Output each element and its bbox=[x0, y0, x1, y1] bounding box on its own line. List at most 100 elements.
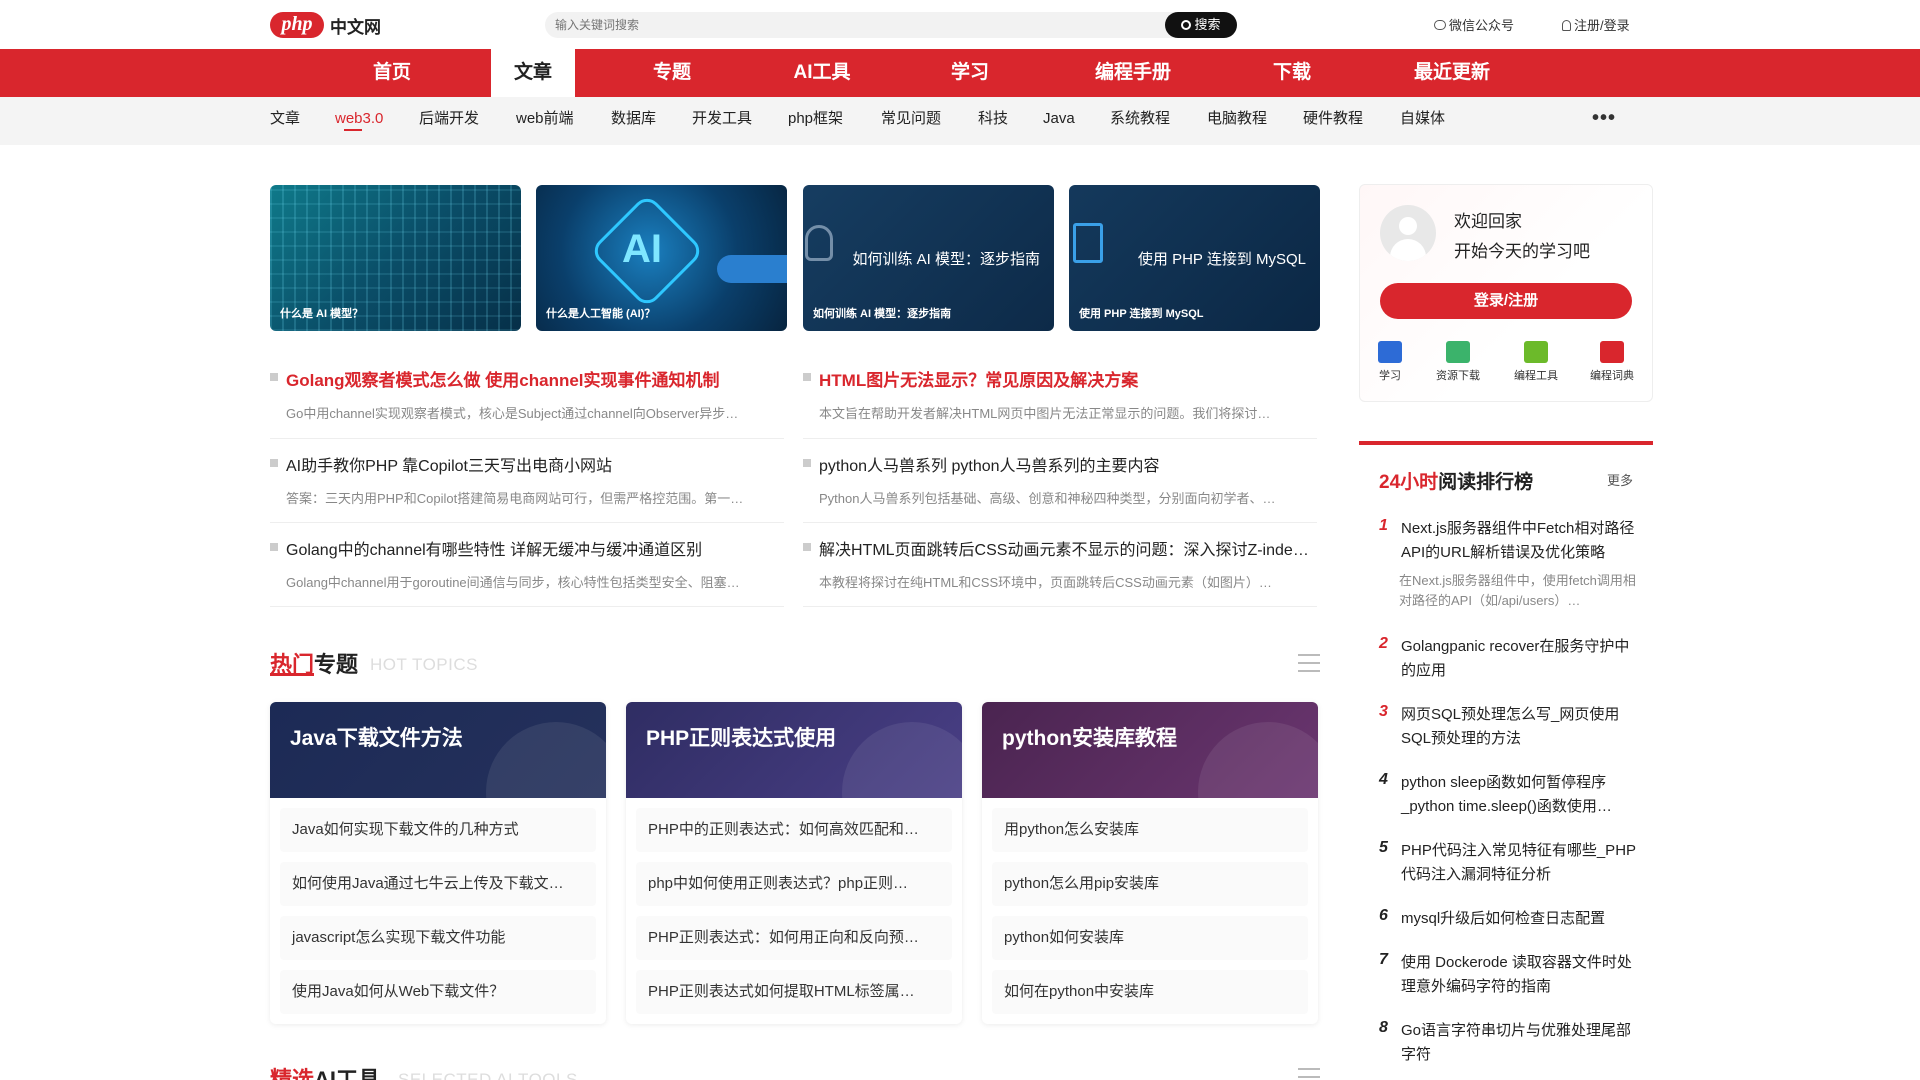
subnav-computer[interactable]: 电脑教程 bbox=[1207, 97, 1267, 145]
avatar[interactable] bbox=[1380, 205, 1436, 261]
banner-4[interactable]: 使用 PHP 连接到 MySQL 使用 PHP 连接到 MySQL bbox=[1069, 185, 1320, 331]
divider bbox=[803, 522, 1317, 523]
ai-tools-menu-icon[interactable] bbox=[1298, 1068, 1320, 1080]
topic-link[interactable]: 如何在python中安装库 bbox=[992, 970, 1308, 1014]
nav-ai-tools[interactable]: AI工具 bbox=[770, 49, 874, 97]
quick-link-learn[interactable]: 学习 bbox=[1360, 341, 1420, 383]
article-title[interactable]: HTML图片无法显示？常见原因及解决方案 bbox=[803, 366, 1311, 391]
hot-topics-menu-icon[interactable] bbox=[1298, 654, 1320, 672]
login-label: 注册/登录 bbox=[1574, 18, 1630, 33]
topic-card[interactable]: PHP正则表达式使用 PHP中的正则表达式：如何高效匹配和… php中如何使用正… bbox=[626, 702, 962, 1024]
ranking-item[interactable]: 2 Golangpanic recover在服务守护中的应用 bbox=[1379, 635, 1637, 683]
rank-title[interactable]: Next.js服务器组件中Fetch相对路径API的URL解析错误及优化策略 bbox=[1401, 517, 1637, 565]
ranking-item[interactable]: 7 使用 Dockerode 读取容器文件时处理意外编码字符的指南 bbox=[1379, 951, 1637, 999]
topic-card-header[interactable]: python安装库教程 bbox=[982, 702, 1318, 798]
ranking-item[interactable]: 6 mysql升级后如何检查日志配置 bbox=[1379, 907, 1637, 931]
article-item[interactable]: Golang中的channel有哪些特性 详解无缓冲与缓冲通道区别 Golang… bbox=[270, 536, 778, 591]
subnav-more-button[interactable]: ••• bbox=[1592, 107, 1616, 130]
topic-link[interactable]: python如何安装库 bbox=[992, 916, 1308, 960]
nav-learn[interactable]: 学习 bbox=[920, 49, 1020, 97]
article-title[interactable]: AI助手教你PHP 靠Copilot三天写出电商小网站 bbox=[270, 452, 778, 476]
rank-title[interactable]: 网页SQL预处理怎么写_网页使用SQL预处理的方法 bbox=[1401, 703, 1637, 751]
rank-title[interactable]: PHP代码注入常见特征有哪些_PHP代码注入漏洞特征分析 bbox=[1401, 839, 1637, 887]
quick-link-download[interactable]: 资源下载 bbox=[1428, 341, 1488, 383]
search-input[interactable] bbox=[545, 12, 1145, 38]
topic-link[interactable]: 使用Java如何从Web下载文件？ bbox=[280, 970, 596, 1014]
ranking-item[interactable]: 3 网页SQL预处理怎么写_网页使用SQL预处理的方法 bbox=[1379, 703, 1637, 751]
nav-manual[interactable]: 编程手册 bbox=[1070, 49, 1196, 97]
rank-title[interactable]: python sleep函数如何暂停程序_python time.sleep()… bbox=[1401, 771, 1637, 819]
topic-link[interactable]: php中如何使用正则表达式？php正则… bbox=[636, 862, 952, 906]
login-register-button[interactable]: 登录/注册 bbox=[1380, 283, 1632, 319]
quick-link-dictionary[interactable]: 编程词典 bbox=[1582, 341, 1642, 383]
topic-link[interactable]: 如何使用Java通过七牛云上传及下载文… bbox=[280, 862, 596, 906]
rank-title[interactable]: 使用 Dockerode 读取容器文件时处理意外编码字符的指南 bbox=[1401, 951, 1637, 999]
banner-caption: 使用 PHP 连接到 MySQL bbox=[1079, 308, 1204, 320]
article-item[interactable]: 解决HTML页面跳转后CSS动画元素不显示的问题：深入探讨Z-index… 本教… bbox=[803, 536, 1311, 591]
subnav-media[interactable]: 自媒体 bbox=[1400, 97, 1445, 145]
banner-1[interactable]: 什么是 AI 模型？ bbox=[270, 185, 521, 331]
banner-3[interactable]: 如何训练 AI 模型：逐步指南 如何训练 AI 模型：逐步指南 bbox=[803, 185, 1054, 331]
ranking-item[interactable]: 8 Go语言字符串切片与优雅处理尾部字符 bbox=[1379, 1019, 1637, 1067]
article-item[interactable]: python人马兽系列 python人马兽系列的主要内容 Python人马兽系列… bbox=[803, 452, 1311, 507]
rank-desc: 在Next.js服务器组件中，使用fetch调用相对路径的API（如/api/u… bbox=[1399, 573, 1636, 608]
subnav-frontend[interactable]: web前端 bbox=[516, 97, 574, 145]
ranking-item[interactable]: 1 Next.js服务器组件中Fetch相对路径API的URL解析错误及优化策略… bbox=[1379, 517, 1637, 611]
subnav-devtools[interactable]: 开发工具 bbox=[692, 97, 752, 145]
subnav-tech[interactable]: 科技 bbox=[978, 97, 1008, 145]
sub-nav: 文章 web3.0 后端开发 web前端 数据库 开发工具 php框架 常见问题… bbox=[0, 97, 1920, 145]
nav-download[interactable]: 下载 bbox=[1242, 49, 1342, 97]
topic-link[interactable]: Java如何实现下载文件的几种方式 bbox=[280, 808, 596, 852]
subnav-articles[interactable]: 文章 bbox=[270, 97, 300, 145]
quick-link-tools[interactable]: 编程工具 bbox=[1506, 341, 1566, 383]
article-item[interactable]: AI助手教你PHP 靠Copilot三天写出电商小网站 答案：三天内用PHP和C… bbox=[270, 452, 778, 507]
topic-link[interactable]: PHP正则表达式如何提取HTML标签属… bbox=[636, 970, 952, 1014]
rank-title[interactable]: mysql升级后如何检查日志配置 bbox=[1401, 907, 1637, 931]
subnav-php-framework[interactable]: php框架 bbox=[788, 97, 843, 145]
subnav-java[interactable]: Java bbox=[1043, 97, 1075, 145]
ranking-item[interactable]: 4 python sleep函数如何暂停程序_python time.sleep… bbox=[1379, 771, 1637, 819]
php-logo[interactable]: php bbox=[270, 12, 324, 38]
hot-topics-title-rest: 专题 bbox=[314, 652, 359, 677]
search-button[interactable]: 搜索 bbox=[1165, 12, 1237, 38]
subnav-hardware[interactable]: 硬件教程 bbox=[1303, 97, 1363, 145]
rank-number: 1 bbox=[1379, 517, 1388, 534]
subnav-database[interactable]: 数据库 bbox=[611, 97, 656, 145]
topic-link[interactable]: PHP正则表达式：如何用正向和反向预… bbox=[636, 916, 952, 960]
rank-title[interactable]: Go语言字符串切片与优雅处理尾部字符 bbox=[1401, 1019, 1637, 1067]
article-title[interactable]: python人马兽系列 python人马兽系列的主要内容 bbox=[803, 452, 1311, 476]
article-item[interactable]: Golang观察者模式怎么做 使用channel实现事件通知机制 Go中用cha… bbox=[270, 366, 778, 422]
site-name[interactable]: 中文网 bbox=[330, 13, 381, 38]
robot-hand-art bbox=[717, 255, 787, 283]
login-link[interactable]: 注册/登录 bbox=[1562, 15, 1630, 34]
nav-home[interactable]: 首页 bbox=[340, 49, 444, 97]
topic-card[interactable]: Java下载文件方法 Java如何实现下载文件的几种方式 如何使用Java通过七… bbox=[270, 702, 606, 1024]
wechat-link[interactable]: 微信公众号 bbox=[1434, 15, 1514, 34]
article-title[interactable]: Golang观察者模式怎么做 使用channel实现事件通知机制 bbox=[270, 366, 778, 391]
article-desc: Python人马兽系列包括基础、高级、创意和神秘四种类型，分别面向初学者、… bbox=[819, 491, 1276, 506]
topic-link[interactable]: PHP中的正则表达式：如何高效匹配和… bbox=[636, 808, 952, 852]
subnav-faq[interactable]: 常见问题 bbox=[881, 97, 941, 145]
rank-title[interactable]: Golangpanic recover在服务守护中的应用 bbox=[1401, 635, 1637, 683]
topic-card-header[interactable]: PHP正则表达式使用 bbox=[626, 702, 962, 798]
topic-card-title: python安装库教程 bbox=[1002, 727, 1177, 750]
article-item[interactable]: HTML图片无法显示？常见原因及解决方案 本文旨在帮助开发者解决HTML网页中图… bbox=[803, 366, 1311, 422]
subnav-web3[interactable]: web3.0 bbox=[335, 97, 383, 145]
nav-recent[interactable]: 最近更新 bbox=[1392, 49, 1512, 97]
subnav-backend[interactable]: 后端开发 bbox=[419, 97, 479, 145]
topic-card[interactable]: python安装库教程 用python怎么安装库 python怎么用pip安装库… bbox=[982, 702, 1318, 1024]
topic-link[interactable]: python怎么用pip安装库 bbox=[992, 862, 1308, 906]
nav-topics[interactable]: 专题 bbox=[622, 49, 722, 97]
ranking-item[interactable]: 5 PHP代码注入常见特征有哪些_PHP代码注入漏洞特征分析 bbox=[1379, 839, 1637, 887]
banner-caption: 什么是人工智能 (AI)？ bbox=[546, 308, 656, 320]
topic-link[interactable]: 用python怎么安装库 bbox=[992, 808, 1308, 852]
nav-articles[interactable]: 文章 bbox=[491, 49, 575, 97]
ranking-more-link[interactable]: 更多 bbox=[1607, 470, 1633, 489]
banner-2[interactable]: AI 什么是人工智能 (AI)？ bbox=[536, 185, 787, 331]
topic-link[interactable]: javascript怎么实现下载文件功能 bbox=[280, 916, 596, 960]
subnav-system[interactable]: 系统教程 bbox=[1110, 97, 1170, 145]
topic-card-header[interactable]: Java下载文件方法 bbox=[270, 702, 606, 798]
article-title[interactable]: Golang中的channel有哪些特性 详解无缓冲与缓冲通道区别 bbox=[270, 536, 778, 560]
article-title[interactable]: 解决HTML页面跳转后CSS动画元素不显示的问题：深入探讨Z-index… bbox=[803, 536, 1311, 560]
topic-list: 用python怎么安装库 python怎么用pip安装库 python如何安装库… bbox=[982, 798, 1318, 1024]
